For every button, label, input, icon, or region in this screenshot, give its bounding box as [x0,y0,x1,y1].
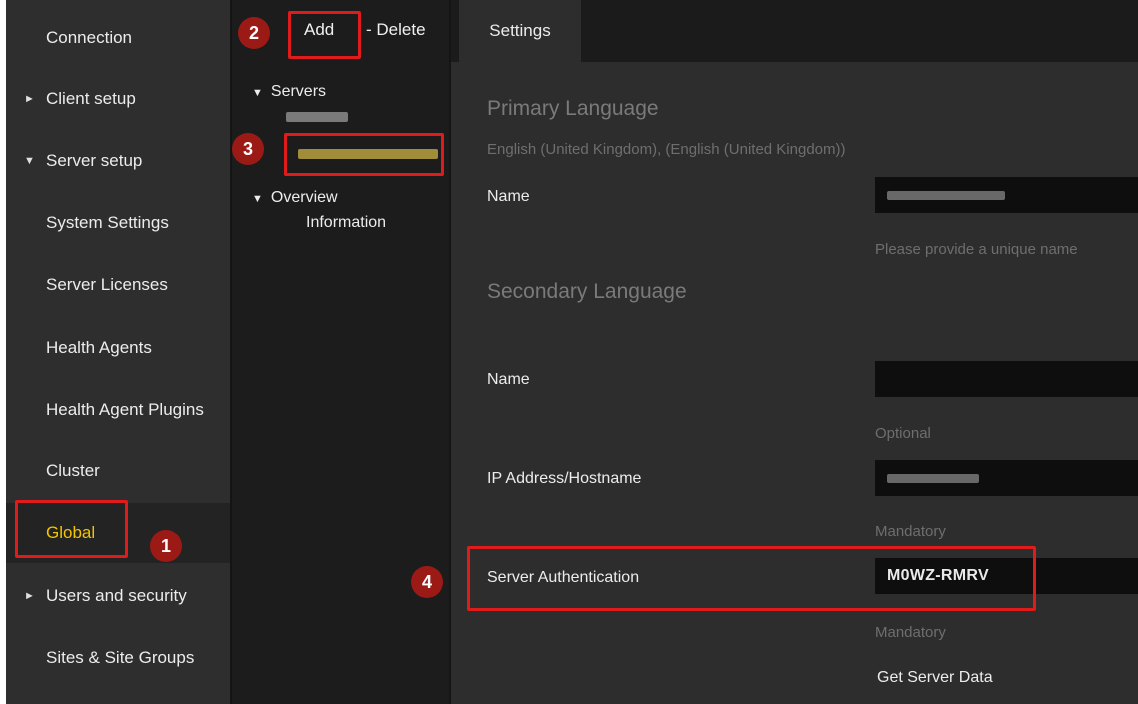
ip-address-label: IP Address/Hostname [487,470,642,487]
nav-item-health-agents[interactable]: Health Agents [6,318,230,378]
nav-item-label: Sites & Site Groups [46,648,195,667]
nav-item-health-agent-plugins[interactable]: Health Agent Plugins [6,380,230,440]
nav-item-system-settings[interactable]: System Settings [6,193,230,253]
tree-node-servers[interactable]: ▼ Servers [252,83,326,101]
highlight-add [288,11,361,59]
tab-bar: Settings [451,0,1138,62]
nav-item-label: System Settings [46,213,169,232]
left-navigation: Connection ► Client setup ▼ Server setup… [6,0,230,704]
nav-item-label: Server Licenses [46,275,168,294]
tree-node-overview[interactable]: ▼ Overview [252,189,338,207]
tree-node-label: Servers [270,83,327,100]
name-field[interactable] [875,177,1138,213]
highlight-server-node [284,133,444,176]
tree-node-information[interactable]: Information [306,214,386,232]
collapse-arrow-icon[interactable]: ▼ [252,87,263,99]
tree-node-label: Overview [270,189,338,206]
nav-item-label: Cluster [46,461,100,480]
highlight-global [15,500,128,558]
expand-arrow-icon[interactable]: ► [24,590,35,602]
nav-item-label: Health Agent Plugins [46,400,204,419]
expand-arrow-icon[interactable]: ► [24,93,35,105]
nav-item-server-licenses[interactable]: Server Licenses [6,255,230,315]
ip-address-hint: Mandatory [875,523,946,540]
nav-item-sites-and-site-groups[interactable]: Sites & Site Groups [6,628,230,688]
server-tree-panel: Add - Delete ▼ Servers ▼ Overview Informat… [232,0,449,704]
secondary-name-field[interactable] [875,361,1138,397]
nav-item-client-setup[interactable]: ► Client setup [6,69,230,129]
nav-item-label: Client setup [46,89,136,108]
tree-node-server-redacted[interactable] [286,112,348,122]
redacted-value [887,190,1005,200]
redacted-value [887,473,979,483]
name-hint: Please provide a unique name [875,241,1078,258]
tab-settings[interactable]: Settings [459,0,581,62]
nav-item-connection[interactable]: Connection [6,8,230,68]
nav-item-cluster[interactable]: Cluster [6,441,230,501]
name-label: Name [487,188,530,205]
secondary-language-title: Secondary Language [487,280,687,303]
secondary-name-label: Name [487,371,530,388]
nav-item-label: Users and security [46,586,187,605]
step-badge-3: 3 [232,133,264,165]
step-badge-1: 1 [150,530,182,562]
step-badge-4: 4 [411,566,443,598]
nav-item-users-and-security[interactable]: ► Users and security [6,566,230,626]
primary-language-title: Primary Language [487,97,659,120]
ip-address-field[interactable] [875,460,1138,496]
collapse-arrow-icon[interactable]: ▼ [24,155,35,167]
highlight-server-authentication [467,546,1036,611]
step-badge-2: 2 [238,17,270,49]
nav-item-label: Connection [46,28,133,47]
server-authentication-hint: Mandatory [875,624,946,641]
collapse-arrow-icon[interactable]: ▼ [252,193,263,205]
tree-node-label: Information [306,214,387,231]
nav-item-server-setup[interactable]: ▼ Server setup [6,131,230,191]
nav-item-label: Health Agents [46,338,152,357]
nav-item-label: Server setup [46,151,143,170]
get-server-data-button[interactable]: Get Server Data [877,669,993,687]
secondary-name-hint: Optional [875,425,931,442]
delete-button[interactable]: - Delete [366,20,426,40]
primary-language-value: English (United Kingdom), (English (Unit… [487,141,846,158]
